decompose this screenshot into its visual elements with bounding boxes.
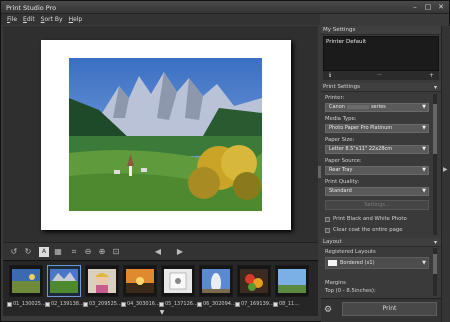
title-bar: Print Studio Pro – □ ✕ — [1, 1, 449, 14]
preview-photo[interactable] — [69, 58, 262, 211]
menu-sort-by[interactable]: Sort By — [41, 14, 63, 25]
menu-bar: File Edit Sort By Help — [1, 14, 320, 25]
thumbnail-checkbox[interactable] — [83, 301, 88, 307]
panel-collapse-gutter[interactable]: ▶ — [441, 26, 450, 322]
text-icon[interactable]: A — [39, 247, 49, 257]
image-icon[interactable]: ▦ — [53, 247, 63, 257]
printer-select[interactable]: Canon series ▼ — [325, 103, 429, 112]
zoom-out-icon[interactable]: ⊖ — [83, 247, 93, 257]
preview-toolbar: ↺ ↻ A ▦ ⌗ ⊖ ⊕ ⊡ ◀ ▶ — [3, 242, 318, 260]
layout-thumbnail-icon — [328, 260, 337, 266]
app-window: Print Studio Pro – □ ✕ File Edit Sort By… — [0, 0, 450, 322]
paper-preview — [41, 40, 291, 230]
settings-button[interactable]: Settings... — [325, 200, 429, 210]
window-title: Print Studio Pro — [6, 4, 57, 12]
menu-file[interactable]: File — [7, 14, 17, 25]
registered-layouts-label: Registered Layouts — [325, 249, 376, 255]
menu-edit[interactable]: Edit — [23, 14, 35, 25]
chevron-down-icon: ▼ — [422, 260, 426, 266]
thumbnail-checkbox[interactable] — [197, 301, 202, 307]
print-quality-select[interactable]: Standard ▼ — [325, 187, 429, 196]
thumbnail[interactable] — [275, 265, 309, 297]
thumbnail[interactable] — [85, 265, 119, 297]
chevron-down-icon: ▼ — [422, 104, 426, 110]
previous-page-icon[interactable]: ◀ — [153, 247, 163, 257]
thumbnail-caption: 04_303016... — [121, 300, 160, 308]
chevron-down-icon: ▼ — [422, 125, 426, 131]
my-settings-toolbar: ℹ ⋯ + — [323, 71, 439, 80]
my-settings-item[interactable]: Printer Default — [326, 39, 366, 45]
thumbnail-checkbox[interactable] — [7, 301, 12, 307]
chevron-down-icon: ▾ — [433, 84, 437, 91]
chevron-down-icon: ▼ — [422, 146, 426, 152]
thumbnail-caption: 06_302094... — [197, 300, 236, 308]
print-settings-header[interactable]: Print Settings ▾ — [321, 83, 441, 92]
margins-top-label: Top (0 - 8.5inches): — [325, 288, 376, 294]
info-icon[interactable]: ℹ — [329, 72, 331, 79]
thumbnail-selected[interactable] — [47, 265, 81, 297]
media-type-label: Media Type: — [325, 116, 357, 122]
add-icon[interactable]: + — [429, 72, 434, 79]
my-settings-header[interactable]: My Settings — [321, 26, 441, 35]
thumbnail-checkbox[interactable] — [159, 301, 164, 307]
paper-size-select[interactable]: Letter 8.5"x11" 22x28cm ▼ — [325, 145, 429, 154]
scrollbar-thumb[interactable] — [433, 104, 437, 154]
scrollbar-thumb[interactable] — [433, 254, 437, 274]
chevron-right-icon[interactable]: ▶ — [443, 166, 448, 173]
thumbnail-checkbox[interactable] — [235, 301, 240, 307]
thumbnail[interactable] — [123, 265, 157, 297]
clear-coat-option[interactable]: Clear coat the entire page — [325, 227, 402, 233]
rotate-left-icon[interactable]: ↺ — [9, 247, 19, 257]
thumbnail-checkbox[interactable] — [121, 301, 126, 307]
thumbnail-caption: 07_169139... — [235, 300, 274, 308]
zoom-in-icon[interactable]: ⊕ — [97, 247, 107, 257]
my-settings-list[interactable]: Printer Default — [323, 36, 439, 71]
margins-label: Margins — [325, 280, 346, 286]
thumbnail[interactable] — [199, 265, 233, 297]
gear-icon[interactable]: ⚙ — [324, 305, 332, 315]
grip-icon[interactable]: ⋯ — [377, 72, 382, 78]
paper-size-label: Paper Size: — [325, 137, 355, 143]
thumbnail-caption: 01_130025... — [7, 300, 46, 308]
thumbnail[interactable] — [237, 265, 271, 297]
minimize-button[interactable]: – — [410, 3, 420, 11]
crop-icon[interactable]: ⌗ — [69, 247, 79, 257]
rotate-right-icon[interactable]: ↻ — [23, 247, 33, 257]
thumbnail-checkbox[interactable] — [45, 301, 50, 307]
layout-scrollbar[interactable] — [433, 248, 437, 296]
fit-icon[interactable]: ⊡ — [111, 247, 121, 257]
paper-source-select[interactable]: Rear Tray ▼ — [325, 166, 429, 175]
filmstrip: 01_130025... 02_139138... 03_209525... 0… — [3, 260, 318, 316]
close-button[interactable]: ✕ — [436, 3, 446, 11]
layout-header[interactable]: Layout ▾ — [321, 238, 441, 247]
thumbnail[interactable] — [161, 265, 195, 297]
thumbnail-caption: 05_137126... — [159, 300, 198, 308]
print-quality-label: Print Quality: — [325, 179, 360, 185]
thumbnail-caption: 08_11... — [273, 300, 299, 308]
next-page-icon[interactable]: ▶ — [175, 247, 185, 257]
settings-panel: My Settings Printer Default ℹ ⋯ + Print … — [321, 26, 441, 322]
thumbnail-caption: 02_139138... — [45, 300, 84, 308]
printer-label: Printer: — [325, 95, 345, 101]
media-type-select[interactable]: Photo Paper Pro Platinum ▼ — [325, 124, 429, 133]
maximize-button[interactable]: □ — [423, 3, 433, 11]
menu-help[interactable]: Help — [69, 14, 83, 25]
thumbnail-checkbox[interactable] — [273, 301, 278, 307]
print-button[interactable]: Print — [342, 302, 437, 316]
preview-area — [3, 26, 318, 242]
print-bar: ⚙ Print — [321, 298, 441, 322]
print-settings-scrollbar[interactable] — [433, 94, 437, 235]
clear-coat-checkbox[interactable] — [325, 227, 330, 233]
chevron-down-icon: ▼ — [422, 167, 426, 173]
bw-photo-option[interactable]: Print Black and White Photo — [325, 216, 407, 222]
bw-photo-checkbox[interactable] — [325, 216, 330, 222]
thumbnail[interactable] — [9, 265, 43, 297]
thumbnail-caption: 03_209525... — [83, 300, 122, 308]
chevron-down-icon: ▼ — [422, 188, 426, 194]
paper-source-label: Paper Source: — [325, 158, 362, 164]
collapse-filmstrip-icon[interactable]: ▼ — [157, 310, 167, 316]
chevron-down-icon: ▾ — [433, 239, 437, 246]
layout-select[interactable]: Bordered (x1) ▼ — [325, 257, 429, 269]
